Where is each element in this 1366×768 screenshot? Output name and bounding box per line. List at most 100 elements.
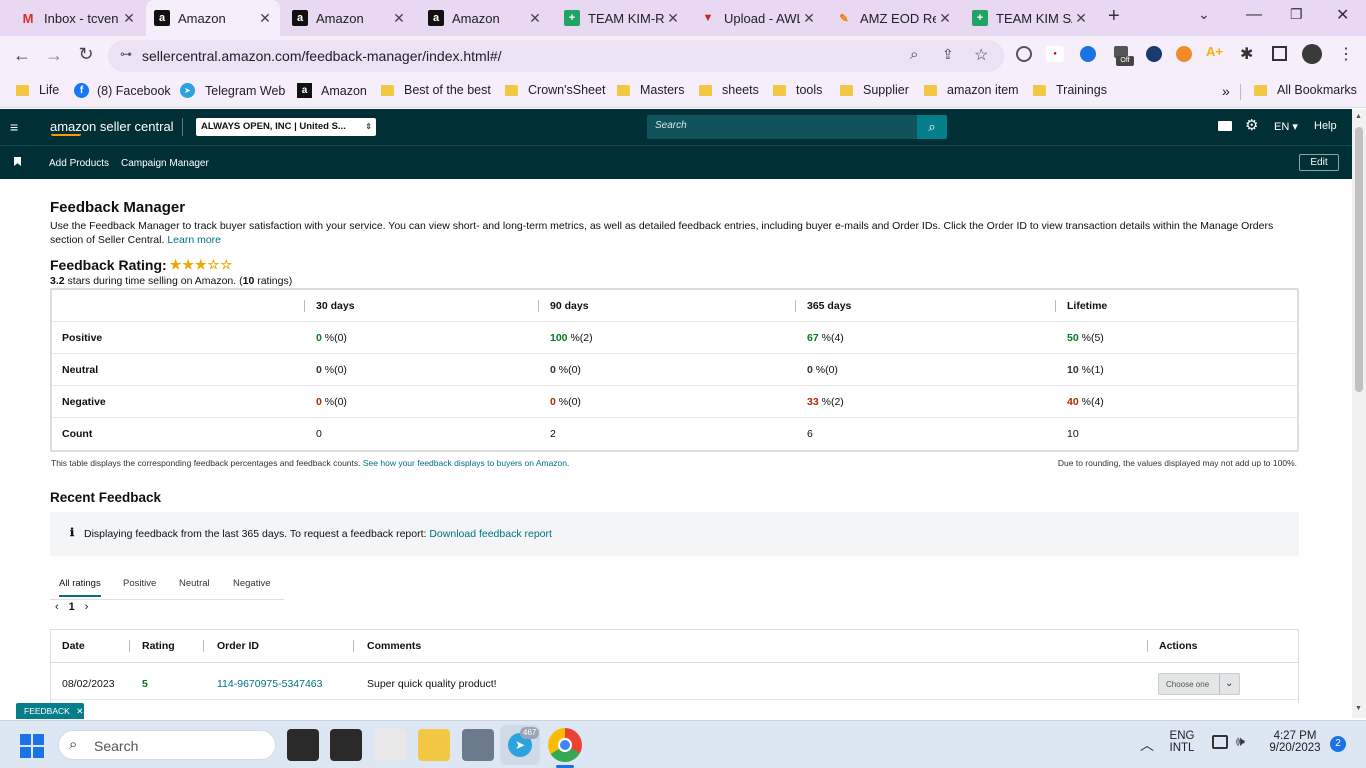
order-id-link[interactable]: 114-9670975-5347463 <box>217 668 323 700</box>
page-number[interactable]: 1 <box>69 601 75 613</box>
share-icon[interactable]: ⇪ <box>942 46 954 63</box>
tab-search-icon[interactable]: ⌄ <box>1198 6 1210 23</box>
bookmark-telegram[interactable]: ➤ Telegram Web <box>180 83 285 98</box>
app-icon-3[interactable] <box>374 729 406 761</box>
bookmark-masters[interactable]: Masters <box>617 83 684 97</box>
browser-tab-team-kim-sa[interactable]: + TEAM KIM SA ✕ <box>964 4 1096 32</box>
more-bookmarks-icon[interactable]: » <box>1222 83 1230 99</box>
hamburger-menu-icon[interactable]: ≡ <box>10 119 18 135</box>
bookmark-best-of-the-best[interactable]: Best of the best <box>381 83 491 97</box>
account-switcher[interactable]: ALWAYS OPEN, INC | United S... ⇕ <box>196 118 376 136</box>
back-icon[interactable]: ← <box>10 45 34 66</box>
edit-button[interactable]: Edit <box>1299 154 1339 171</box>
forward-icon[interactable]: → <box>42 45 66 66</box>
notification-badge[interactable]: 2 <box>1330 736 1346 752</box>
extension-icon-2[interactable]: ● <box>1046 46 1064 62</box>
telegram-taskbar-slot[interactable]: ➤ 467 <box>500 725 540 765</box>
tab-positive[interactable]: Positive <box>123 578 156 589</box>
zoom-icon[interactable]: ⌕ <box>910 46 918 63</box>
search-icon[interactable]: ⌕ <box>917 115 947 139</box>
seller-central-logo[interactable]: amazon seller central <box>50 119 174 134</box>
browser-tab-amazon-3[interactable]: a Amazon ✕ <box>420 4 550 32</box>
close-tab-icon[interactable]: ✕ <box>526 10 544 27</box>
browser-tab-upload[interactable]: ▼ Upload - AWL ✕ <box>692 4 824 32</box>
extension-icon-3[interactable] <box>1080 46 1096 62</box>
extensions-puzzle-icon[interactable]: ✱ <box>1240 44 1253 64</box>
feedback-tab-button[interactable]: FEEDBACK ✕ <box>16 703 84 719</box>
close-window-icon[interactable]: ✕ <box>1336 5 1349 25</box>
subnav-add-products[interactable]: Add Products <box>49 158 109 169</box>
subnav-campaign-manager[interactable]: Campaign Manager <box>121 158 209 169</box>
gear-icon[interactable]: ⚙ <box>1245 116 1258 134</box>
extension-icon-5[interactable] <box>1146 46 1162 62</box>
close-icon[interactable]: ✕ <box>76 706 83 716</box>
close-tab-icon[interactable]: ✕ <box>664 10 682 27</box>
extension-icon-7[interactable]: A+ <box>1206 44 1224 62</box>
bookmark-trainings[interactable]: Trainings <box>1033 83 1107 97</box>
browser-tab-team-kim-re[interactable]: + TEAM KIM-RE ✕ <box>556 4 688 32</box>
input-language[interactable]: ENG INTL <box>1166 730 1198 754</box>
tab-all-ratings[interactable]: All ratings <box>59 578 101 597</box>
windows-search-input[interactable]: ⌕ Search <box>58 730 276 760</box>
browser-tab-gmail[interactable]: M Inbox - tcven ✕ <box>12 4 144 32</box>
app-icon-1[interactable] <box>287 729 319 761</box>
next-page-icon[interactable]: › <box>85 601 89 613</box>
minimize-icon[interactable]: — <box>1246 6 1262 24</box>
show-hidden-icons[interactable]: ︿ <box>1140 735 1154 755</box>
browser-menu-icon[interactable]: ⋮ <box>1338 44 1354 64</box>
seller-search-input[interactable]: Search ⌕ <box>647 115 947 139</box>
calculator-icon[interactable] <box>462 729 494 761</box>
bookmark-crownssheet[interactable]: Crown'sSheet <box>505 83 605 97</box>
scroll-down-icon[interactable]: ▼ <box>1355 705 1362 712</box>
bookmark-tools[interactable]: tools <box>773 83 822 97</box>
close-tab-icon[interactable]: ✕ <box>800 10 818 27</box>
bookmark-supplier[interactable]: Supplier <box>840 83 909 97</box>
mail-icon[interactable] <box>1218 121 1232 131</box>
close-tab-icon[interactable]: ✕ <box>256 10 274 27</box>
tab-negative[interactable]: Negative <box>233 578 271 589</box>
bookmark-amazon[interactable]: a Amazon <box>297 83 367 98</box>
windows-start-icon[interactable] <box>20 734 44 758</box>
prev-page-icon[interactable]: ‹ <box>55 601 59 613</box>
profile-avatar[interactable] <box>1302 44 1322 64</box>
site-info-icon[interactable]: ⊶ <box>120 47 132 61</box>
bookmark-icon[interactable] <box>14 157 21 166</box>
new-tab-icon[interactable]: + <box>1108 5 1120 28</box>
tab-neutral[interactable]: Neutral <box>179 578 210 589</box>
all-bookmarks[interactable]: All Bookmarks <box>1254 83 1357 97</box>
restore-icon[interactable]: ❐ <box>1290 6 1303 23</box>
side-panel-icon[interactable] <box>1272 46 1287 61</box>
bookmark-facebook[interactable]: f (8) Facebook <box>74 83 171 98</box>
extension-icon-6[interactable] <box>1176 46 1192 62</box>
extension-off-icon[interactable]: Off <box>1112 44 1134 66</box>
scroll-up-icon[interactable]: ▲ <box>1355 113 1362 120</box>
scrollbar-thumb[interactable] <box>1355 127 1363 392</box>
bookmark-sheets[interactable]: sheets <box>699 83 759 97</box>
app-icon-2[interactable] <box>330 729 362 761</box>
network-icon[interactable] <box>1212 735 1228 749</box>
chrome-icon[interactable] <box>548 728 582 762</box>
close-tab-icon[interactable]: ✕ <box>120 10 138 27</box>
address-bar[interactable]: ⊶ sellercentral.amazon.com/feedback-mana… <box>108 40 1004 72</box>
browser-tab-amz-eod[interactable]: ✎ AMZ EOD Rep ✕ <box>828 4 960 32</box>
bookmark-amazon-item[interactable]: amazon item <box>924 83 1019 97</box>
clock[interactable]: 4:27 PM 9/20/2023 <box>1262 730 1328 754</box>
url-text[interactable]: sellercentral.amazon.com/feedback-manage… <box>142 48 502 64</box>
download-report-link[interactable]: Download feedback report <box>429 528 552 540</box>
page-scrollbar[interactable]: ▲ ▼ <box>1352 109 1366 718</box>
close-tab-icon[interactable]: ✕ <box>390 10 408 27</box>
feedback-display-link[interactable]: See how your feedback displays to buyers… <box>363 458 569 468</box>
file-explorer-icon[interactable] <box>418 729 450 761</box>
extension-icon-1[interactable] <box>1016 46 1032 62</box>
close-tab-icon[interactable]: ✕ <box>936 10 954 27</box>
close-tab-icon[interactable]: ✕ <box>1072 10 1090 27</box>
learn-more-link[interactable]: Learn more <box>167 234 221 246</box>
reload-icon[interactable]: ↻ <box>74 44 98 65</box>
bookmark-star-icon[interactable]: ☆ <box>974 45 988 65</box>
language-selector[interactable]: EN ▾ <box>1274 120 1298 133</box>
browser-tab-amazon-active[interactable]: a Amazon ✕ <box>146 0 280 36</box>
volume-icon[interactable]: 🕪 <box>1236 733 1245 750</box>
browser-tab-amazon-2[interactable]: a Amazon ✕ <box>284 4 414 32</box>
action-select[interactable]: Choose one ⌄ <box>1158 673 1240 695</box>
help-link[interactable]: Help <box>1314 120 1337 132</box>
